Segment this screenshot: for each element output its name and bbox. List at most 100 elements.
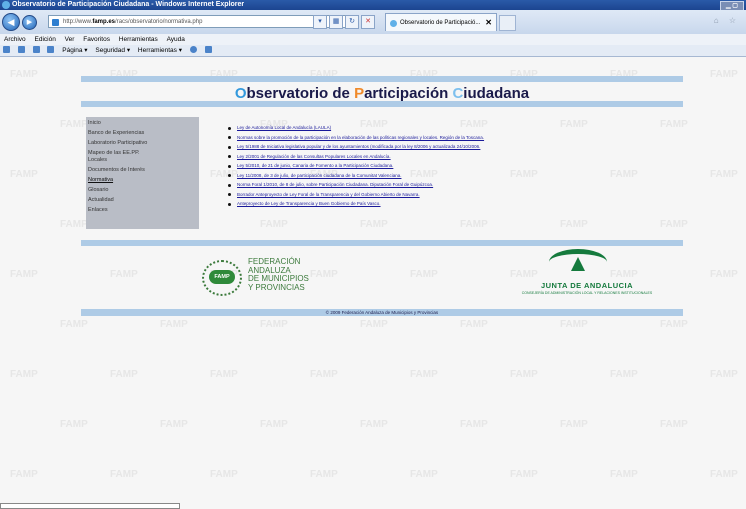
famp-badge: FAMP	[209, 270, 235, 284]
home-icon[interactable]	[3, 46, 10, 53]
address-host: famp.es	[92, 19, 116, 25]
copyright-bar: © 2009 Federación Andaluza de Municipios…	[81, 309, 683, 316]
watermark-text: FAMP	[460, 319, 488, 330]
command-page[interactable]: Página ▾	[62, 47, 87, 54]
window-title: Observatorio de Participación Ciudadana …	[12, 1, 245, 8]
link-pais-vasco[interactable]: Anteproyecto de Ley de Transparencia y B…	[227, 199, 687, 209]
watermark-text: FAMP	[560, 319, 588, 330]
watermark-text: FAMP	[110, 469, 138, 480]
junta-triangle-icon	[571, 257, 585, 271]
command-tools[interactable]: Herramientas ▾	[138, 47, 182, 54]
print-icon[interactable]	[47, 46, 55, 53]
menu-favoritos[interactable]: Favoritos	[83, 36, 110, 43]
ie-logo-icon	[2, 1, 10, 9]
watermark-text: FAMP	[210, 369, 238, 380]
address-bar[interactable]: http://www.famp.es/racs/observatorio/nor…	[48, 15, 350, 28]
watermark-text: FAMP	[660, 419, 688, 430]
watermark-text: FAMP	[260, 319, 288, 330]
watermark-text: FAMP	[710, 269, 738, 280]
famp-logo[interactable]: FAMP FEDERACIÓN ANDALUZA DE MUNICIPIOS Y…	[200, 257, 350, 301]
link-laula[interactable]: Ley de Autonomía Local de Andalucía (LAU…	[227, 123, 687, 133]
link-ley-2-2001[interactable]: Ley 2/2001 de Regulación de las Consulta…	[227, 152, 687, 162]
watermark-text: FAMP	[160, 319, 188, 330]
close-tab-icon[interactable]: ✕	[485, 14, 492, 32]
watermark-text: FAMP	[10, 369, 38, 380]
research-icon[interactable]	[204, 46, 212, 53]
home-favorites-icons[interactable]: ⌂ ☆	[714, 16, 740, 25]
title-letter-p: P	[354, 85, 365, 102]
watermark-text: FAMP	[710, 169, 738, 180]
title-part-2: articipación	[364, 85, 453, 102]
title-letter-o: O	[234, 85, 247, 102]
watermark-text: FAMP	[710, 469, 738, 480]
link-norma-foral[interactable]: Norma Foral 1/2010, de 8 de julio, sobre…	[227, 180, 687, 190]
watermark-text: FAMP	[610, 469, 638, 480]
compatibility-icon[interactable]: ▦	[329, 15, 343, 29]
watermark-text: FAMP	[60, 319, 88, 330]
watermark-text: FAMP	[560, 219, 588, 230]
watermark-text: FAMP	[260, 219, 288, 230]
address-prefix: http://www.	[63, 19, 93, 25]
sidebar-item-documentos[interactable]: Documentos de Interés	[86, 167, 199, 174]
watermark-text: FAMP	[110, 369, 138, 380]
watermark-text: FAMP	[660, 319, 688, 330]
watermark-text: FAMP	[410, 369, 438, 380]
watermark-text: FAMP	[460, 219, 488, 230]
watermark-text: FAMP	[710, 369, 738, 380]
stop-icon[interactable]: ✕	[361, 15, 375, 29]
menu-archivo[interactable]: Archivo	[4, 36, 26, 43]
link-ley-5-2010[interactable]: Ley 5/2010, de 21 de junio, Canaria de F…	[227, 161, 687, 171]
command-security[interactable]: Seguridad ▾	[95, 47, 130, 54]
refresh-icon[interactable]: ↻	[345, 15, 359, 29]
watermark-text: FAMP	[510, 369, 538, 380]
feeds-icon[interactable]	[17, 46, 25, 53]
watermark-text: FAMP	[210, 469, 238, 480]
tab-label: Observatorio de Participació...	[400, 20, 481, 26]
junta-subtitle: CONSEJERÍA DE ADMINISTRACIÓN LOCAL Y REL…	[521, 291, 653, 295]
watermark-text: FAMP	[660, 219, 688, 230]
watermark-text: FAMP	[160, 419, 188, 430]
command-bar: Página ▾ Seguridad ▾ Herramientas ▾	[0, 45, 746, 57]
junta-andalucia-logo[interactable]: JUNTA DE ANDALUCIA CONSEJERÍA DE ADMINIS…	[498, 245, 676, 307]
sidebar-item-normativa[interactable]: Normativa	[86, 177, 199, 184]
watermark-text: FAMP	[60, 119, 88, 130]
title-letter-c: C	[452, 85, 464, 102]
address-row: ◀ ▶ http://www.famp.es/racs/observatorio…	[0, 10, 746, 34]
title-part-1: bservatorio de	[246, 85, 355, 102]
watermark-text: FAMP	[60, 219, 88, 230]
sidebar-item-actualidad[interactable]: Actualidad	[86, 197, 199, 204]
mail-icon[interactable]	[32, 46, 40, 53]
watermark-text: FAMP	[360, 419, 388, 430]
watermark-text: FAMP	[10, 269, 38, 280]
menu-bar: Archivo Edición Ver Favoritos Herramient…	[0, 34, 746, 45]
back-icon[interactable]: ◀	[2, 13, 20, 31]
watermark-text: FAMP	[710, 69, 738, 80]
menu-herramientas[interactable]: Herramientas	[119, 36, 158, 43]
new-tab-button[interactable]	[499, 15, 516, 31]
page-favicon-icon	[52, 19, 59, 26]
page-content: FAMP FAMP FAMP FAMP FAMP FAMP FAMP FAMP FAMP FAMP…	[0, 57, 746, 509]
sidebar-item-enlaces[interactable]: Enlaces	[86, 207, 199, 214]
sidebar-item-locales[interactable]: Locales	[86, 157, 199, 164]
help-icon[interactable]	[189, 46, 197, 53]
sidebar-item-banco[interactable]: Banco de Experiencias	[86, 130, 199, 137]
menu-edicion[interactable]: Edición	[35, 36, 56, 43]
link-ley-5-1988[interactable]: Ley 5/1988 de Iniciativa legislativa pop…	[227, 142, 687, 152]
famp-text: FEDERACIÓN ANDALUZA DE MUNICIPIOS Y PROV…	[248, 257, 309, 292]
status-bar	[0, 503, 180, 509]
menu-ver[interactable]: Ver	[65, 36, 75, 43]
sidebar-item-glosario[interactable]: Glosario	[86, 187, 199, 194]
junta-title: JUNTA DE ANDALUCIA	[540, 281, 634, 290]
sidebar-item-inicio[interactable]: Inicio	[86, 120, 199, 127]
famp-line-4: Y PROVINCIAS	[248, 282, 305, 292]
tab-observatorio[interactable]: Observatorio de Participació... ✕	[385, 13, 497, 31]
link-ley-11-2008[interactable]: Ley 11/2008, de 3 de julio, de participa…	[227, 171, 687, 181]
watermark-text: FAMP	[510, 469, 538, 480]
link-navarra[interactable]: Borrador Anteproyecto de Ley Foral de la…	[227, 190, 687, 200]
forward-icon[interactable]: ▶	[22, 15, 37, 30]
search-dropdown-icon[interactable]: ▾	[313, 15, 327, 29]
menu-ayuda[interactable]: Ayuda	[167, 36, 185, 43]
sidebar-item-mapeo[interactable]: Mapeo de las EE.PP.	[86, 150, 199, 157]
sidebar-item-laboratorio[interactable]: Laboratorio Participativo	[86, 140, 199, 147]
link-toscana[interactable]: Normas sobre la promoción de la particip…	[227, 133, 687, 143]
